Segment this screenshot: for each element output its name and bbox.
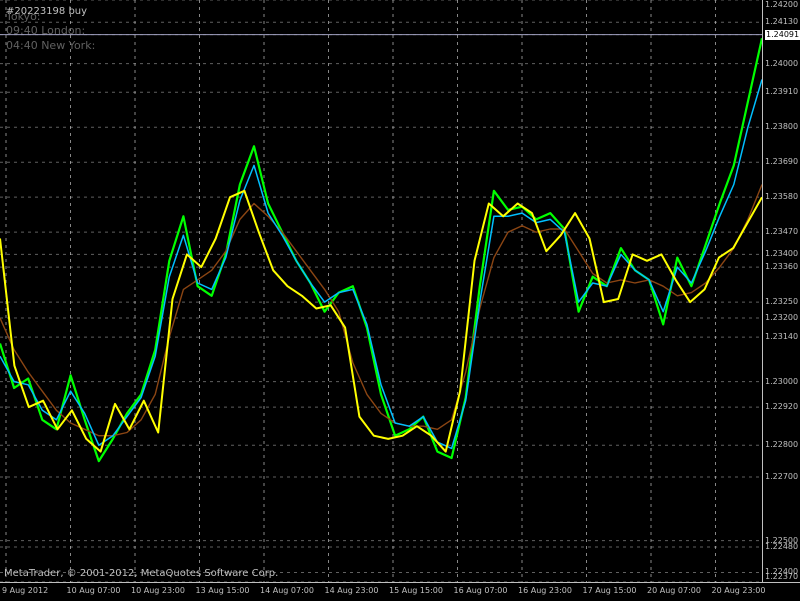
price-tick-label: 1.23140	[765, 332, 799, 342]
price-line-series	[0, 37, 762, 463]
price-tick-label: 1.22800	[765, 440, 799, 450]
price-tick-label: 1.23400	[765, 249, 799, 259]
time-tick-label: 20 Aug 23:00	[711, 586, 766, 595]
price-tick-label: 1.23470	[765, 227, 799, 237]
time-tick-label: 16 Aug 23:00	[518, 586, 572, 595]
price-scale[interactable]: 1.24200 1.24130 1.24091 1.24000 1.23910 1.238…	[762, 0, 800, 582]
time-tick-label: 20 Aug 07:00	[647, 586, 701, 595]
price-tick-label: 1.23000	[765, 376, 799, 386]
time-tick-label: 14 Aug 23:00	[324, 586, 379, 595]
time-tick-label: 10 Aug 23:00	[131, 586, 185, 595]
price-tick-label: 1.23910	[765, 87, 799, 97]
time-tick-label: 9 Aug 2012	[2, 586, 49, 595]
price-tick-label: 1.23800	[765, 122, 799, 132]
price-tick-label: 1.22700	[765, 472, 799, 482]
price-tick-label: 1.23690	[765, 157, 799, 167]
price-tick-label: 1.24091	[765, 29, 800, 40]
copyright-text: MetaTrader, © 2001-2012, MetaQuotes Soft…	[4, 568, 279, 579]
time-axis[interactable]: 9 Aug 2012 10 Aug 07:00 10 Aug 23:00 13 Aug…	[0, 582, 800, 601]
price-tick-label: 1.23580	[765, 192, 799, 202]
price-tick-label: 1.22370	[765, 572, 799, 581]
time-tick-label: 14 Aug 07:00	[260, 586, 314, 595]
time-tick-label: 10 Aug 07:00	[66, 586, 121, 595]
price-tick-label: 1.22920	[765, 402, 799, 412]
time-tick-label: 15 Aug 15:00	[389, 586, 443, 595]
session-london: 09:40 London:	[6, 24, 86, 37]
price-tick-label: 1.24000	[765, 58, 799, 68]
session-newyork: 04:40 New York:	[6, 39, 96, 52]
chart-plot-area[interactable]	[0, 0, 762, 582]
time-tick-label: 17 Aug 15:00	[582, 586, 637, 595]
price-tick-label: 1.23250	[765, 297, 799, 307]
long-ma-series	[0, 184, 762, 437]
session-tokyo: Tokyo:	[6, 10, 41, 23]
chart-window: #20223198 buy Tokyo: 09:40 London: 04:40…	[0, 0, 800, 600]
price-tick-label: 1.23200	[765, 313, 799, 323]
price-tick-label: 1.22480	[765, 542, 799, 552]
time-tick-label: 13 Aug 15:00	[195, 586, 250, 595]
price-tick-label: 1.23360	[765, 262, 799, 272]
price-tick-label: 1.24200	[765, 0, 799, 9]
time-tick-label: 16 Aug 07:00	[453, 586, 508, 595]
price-tick-label: 1.24130	[765, 17, 799, 27]
